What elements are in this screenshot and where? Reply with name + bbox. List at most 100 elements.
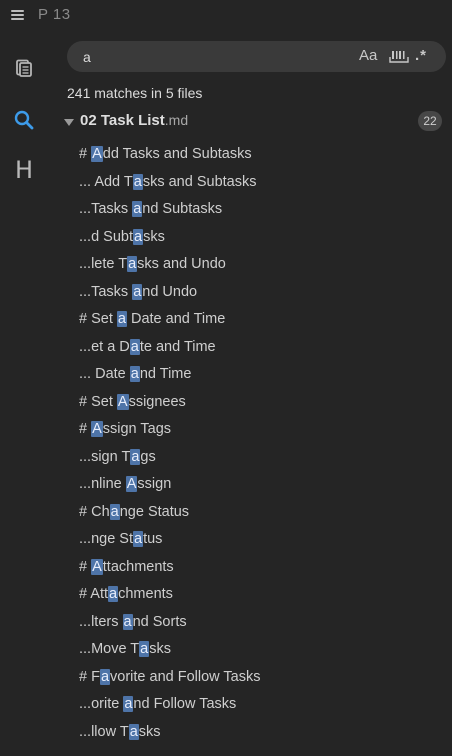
heading-icon: H — [14, 156, 34, 184]
match-text-before: ...Tasks — [79, 201, 133, 217]
match-item[interactable]: # Favorite and Follow Tasks — [79, 664, 446, 692]
match-highlight: a — [109, 503, 120, 520]
match-text-before: ...lters — [79, 613, 123, 630]
match-text-before: # Ch — [79, 503, 110, 520]
match-item[interactable]: ... Add Tasks and Subtasks — [79, 169, 446, 197]
match-text-before: ...Move T — [79, 641, 140, 657]
match-text-after: vorite and Follow Tasks — [110, 668, 261, 685]
file-result-header[interactable]: 02 Task List.md 22 — [60, 110, 446, 134]
hamburger-menu-icon[interactable] — [11, 8, 25, 22]
match-text-before: # — [79, 421, 92, 437]
match-text-after: sks and Subtasks — [142, 173, 257, 190]
match-text-after: nd Follow Tasks — [133, 696, 237, 712]
match-highlight: A — [91, 146, 103, 162]
match-list: # Add Tasks and Subtasks... Add Tasks an… — [79, 141, 446, 746]
regex-icon[interactable]: .* — [415, 47, 427, 66]
match-text-before: # Att — [79, 586, 109, 602]
match-case-icon[interactable]: Aa — [359, 47, 377, 66]
match-highlight: a — [129, 366, 140, 382]
match-highlight: a — [132, 201, 143, 217]
match-text-after: gs — [140, 448, 156, 465]
match-highlight: A — [91, 421, 103, 437]
match-text-before: ...llow T — [79, 723, 129, 740]
match-text-after: ssignees — [128, 393, 186, 410]
match-item[interactable]: # Change Status — [79, 499, 446, 527]
match-highlight: a — [122, 613, 133, 630]
match-item[interactable]: ...llow Tasks — [79, 719, 446, 747]
match-item[interactable]: # Attachments — [79, 554, 446, 582]
match-highlight: A — [91, 558, 103, 575]
match-summary: 241 matches in 5 files — [67, 85, 203, 101]
match-text-before: ...d Subt — [79, 228, 134, 245]
match-highlight: a — [108, 586, 119, 602]
match-text-after: tus — [143, 531, 163, 547]
match-highlight: a — [123, 696, 134, 712]
search-input[interactable] — [83, 46, 343, 67]
match-text-after: ssign Tags — [102, 421, 172, 437]
match-text-after: sks — [149, 641, 171, 657]
match-text-after: sks — [143, 228, 165, 245]
match-text-before: # Set — [79, 311, 117, 327]
match-highlight: a — [127, 256, 138, 272]
match-text-before: ... Add T — [79, 173, 133, 190]
match-item[interactable]: # Attachments — [79, 581, 446, 609]
match-item[interactable]: ...et a Date and Time — [79, 334, 446, 362]
match-item[interactable]: ...Move Tasks — [79, 636, 446, 664]
match-text-after: dd Tasks and Subtasks — [102, 146, 252, 162]
match-highlight: A — [125, 476, 138, 492]
file-basename: 02 Task List — [80, 112, 165, 129]
match-item[interactable]: ...d Subtasks — [79, 224, 446, 252]
file-extension: .md — [164, 112, 189, 128]
match-item[interactable]: ...lete Tasks and Undo — [79, 251, 446, 279]
match-item[interactable]: # Add Tasks and Subtasks — [79, 141, 446, 169]
top-bar: P 13 — [0, 0, 452, 30]
match-text-before: ...sign T — [79, 448, 131, 465]
match-highlight: a — [116, 311, 127, 327]
match-highlight: a — [99, 668, 111, 685]
match-item[interactable]: ...nge Status — [79, 526, 446, 554]
match-text-before: # Set — [79, 393, 117, 410]
match-item[interactable]: ...nline Assign — [79, 471, 446, 499]
search-icon — [14, 110, 34, 130]
rail-button-headings[interactable]: H — [8, 154, 40, 186]
match-highlight: A — [116, 393, 129, 410]
page-title: P 13 — [38, 6, 71, 23]
match-text-before: ...orite — [79, 696, 124, 712]
rail-button-search[interactable] — [8, 104, 40, 136]
match-item[interactable]: ...Tasks and Undo — [79, 279, 446, 307]
match-highlight: a — [128, 723, 139, 740]
match-item[interactable]: # Set a Date and Time — [79, 306, 446, 334]
rail-button-files[interactable] — [8, 52, 40, 84]
match-highlight: a — [129, 338, 140, 355]
match-item[interactable]: ...lters and Sorts — [79, 609, 446, 637]
match-text-after: ssign — [137, 476, 172, 492]
match-text-after: nd Time — [139, 366, 192, 382]
chevron-down-icon[interactable] — [64, 119, 74, 126]
match-text-after: nge Status — [119, 503, 190, 520]
match-item[interactable]: ...Tasks and Subtasks — [79, 196, 446, 224]
match-highlight: a — [130, 448, 141, 465]
match-item[interactable]: ... Date and Time — [79, 361, 446, 389]
match-highlight: a — [132, 283, 143, 300]
match-item[interactable]: ...sign Tags — [79, 444, 446, 472]
match-text-after: nd Subtasks — [142, 201, 223, 217]
match-text-before: # F — [79, 668, 100, 685]
match-text-before: ...lete T — [79, 256, 128, 272]
copy-pages-icon — [16, 59, 32, 77]
match-text-before: ...nge St — [79, 531, 134, 547]
match-text-after: ttachments — [102, 558, 174, 575]
match-text-after: sks and Undo — [137, 256, 226, 272]
match-text-before: ... Date — [79, 366, 130, 382]
file-name: 02 Task List.md — [80, 112, 188, 129]
match-count-badge: 22 — [418, 111, 442, 131]
match-text-after: te and Time — [139, 338, 216, 355]
match-item[interactable]: ...orite and Follow Tasks — [79, 691, 446, 719]
match-highlight: a — [132, 173, 143, 190]
whole-word-icon[interactable] — [389, 47, 409, 66]
search-bar: Aa .* — [67, 41, 446, 72]
match-text-before: ...et a D — [79, 338, 130, 355]
match-item[interactable]: # Set Assignees — [79, 389, 446, 417]
match-text-after: Date and Time — [126, 311, 226, 327]
match-item[interactable]: # Assign Tags — [79, 416, 446, 444]
match-text-after: chments — [118, 586, 173, 602]
